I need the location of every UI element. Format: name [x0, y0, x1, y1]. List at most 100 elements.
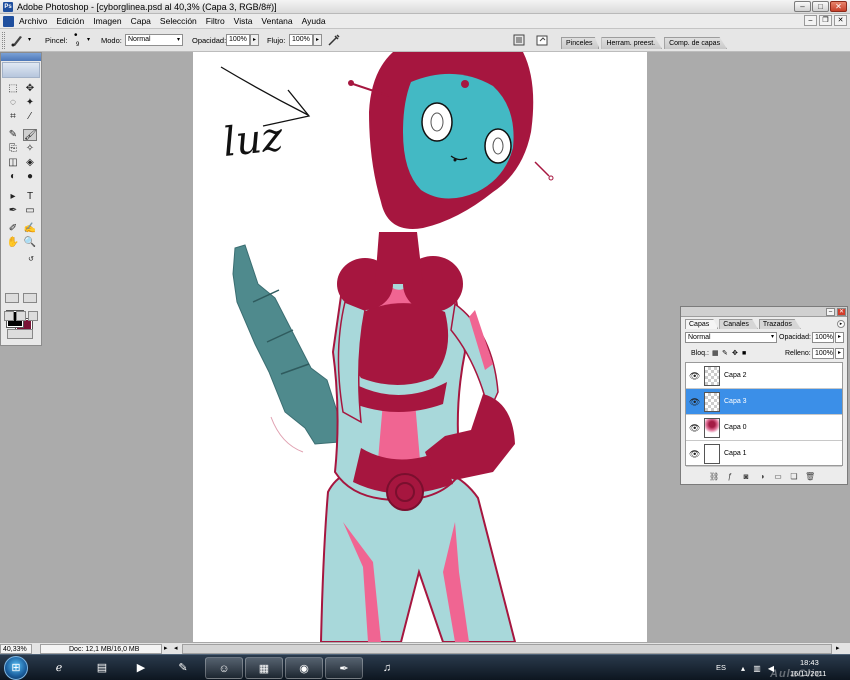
- document-canvas[interactable]: luz: [193, 52, 647, 642]
- opacity-input[interactable]: 100%: [226, 34, 250, 46]
- hand-tool-icon[interactable]: ✋: [6, 237, 20, 249]
- visibility-eye-icon[interactable]: 👁: [689, 449, 700, 459]
- itunes-icon[interactable]: ♫: [368, 657, 406, 679]
- visibility-eye-icon[interactable]: 👁: [689, 371, 700, 381]
- maximize-button[interactable]: □: [812, 1, 829, 12]
- tab-canales[interactable]: Canales: [719, 319, 758, 329]
- lock-position-icon[interactable]: ✥: [732, 349, 738, 359]
- layers-panel-header[interactable]: – ✕: [681, 307, 847, 317]
- paint-bucket-tool-icon[interactable]: ◈: [23, 157, 37, 169]
- tab-pinceles[interactable]: Pinceles: [561, 37, 600, 49]
- screen-mode-full-button[interactable]: [28, 311, 38, 321]
- clock-time[interactable]: 18:43: [800, 658, 819, 667]
- brush-tool-icon[interactable]: [10, 33, 24, 47]
- horizontal-scrollbar[interactable]: [182, 644, 832, 654]
- move-tool-icon[interactable]: ✥: [23, 83, 37, 95]
- minimize-button[interactable]: –: [794, 1, 811, 12]
- shape-tool-icon[interactable]: ▭: [23, 205, 37, 217]
- menu-capa[interactable]: Capa: [131, 16, 151, 27]
- type-tool-icon[interactable]: T: [23, 191, 37, 203]
- network-icon[interactable]: ▥: [752, 664, 762, 673]
- brush-dot-icon[interactable]: •: [74, 31, 78, 41]
- layer-row-capa-0[interactable]: 👁 Capa 0: [686, 415, 842, 441]
- dodge-tool-icon[interactable]: ●: [23, 171, 37, 183]
- doc-close-button[interactable]: ✕: [834, 15, 847, 26]
- zoom-field[interactable]: 40,33%: [0, 644, 32, 654]
- notes-tool-icon[interactable]: ✐: [6, 223, 20, 235]
- menu-imagen[interactable]: Imagen: [93, 16, 121, 27]
- visibility-eye-icon[interactable]: 👁: [689, 397, 700, 407]
- link-layers-icon[interactable]: ⛓: [709, 472, 719, 481]
- blend-mode-select[interactable]: Normal ▾: [685, 332, 777, 343]
- swap-colors-icon[interactable]: ↺: [27, 256, 35, 264]
- tab-composiciones-de-capas[interactable]: Comp. de capas: [664, 37, 728, 49]
- status-menu-arrow[interactable]: ▸: [164, 644, 168, 653]
- eraser-tool-icon[interactable]: ◫: [6, 157, 20, 169]
- new-layer-icon[interactable]: ❏: [789, 472, 799, 481]
- new-group-icon[interactable]: ▭: [773, 472, 783, 481]
- mode-select[interactable]: Normal ▾: [125, 34, 183, 46]
- crop-tool-icon[interactable]: ⌗: [6, 111, 20, 123]
- imageready-jump-button[interactable]: [7, 329, 33, 339]
- tab-trazados[interactable]: Trazados: [758, 319, 801, 329]
- layer-row-capa-3[interactable]: 👁 Capa 3: [686, 389, 842, 415]
- lasso-tool-icon[interactable]: ◌: [6, 97, 20, 109]
- close-button[interactable]: ✕: [830, 1, 847, 12]
- messenger-icon[interactable]: ☺: [205, 657, 243, 679]
- lock-pixels-icon[interactable]: ✎: [722, 349, 728, 359]
- options-grip[interactable]: [2, 32, 5, 49]
- photoshop-taskbar-icon[interactable]: ▦: [245, 657, 283, 679]
- document-icon[interactable]: [3, 16, 14, 27]
- panel-menu-button[interactable]: ▸: [837, 320, 845, 328]
- panel-close-button[interactable]: ✕: [837, 308, 846, 316]
- history-brush-tool-icon[interactable]: ✧: [23, 143, 37, 155]
- tool-preset-dropdown[interactable]: ▾: [28, 36, 31, 45]
- scroll-right-arrow[interactable]: ▸: [836, 644, 840, 653]
- path-selection-tool-icon[interactable]: ▸: [6, 191, 20, 203]
- marquee-tool-icon[interactable]: ⬚: [6, 83, 20, 95]
- zoom-tool-icon[interactable]: 🔍: [23, 237, 37, 249]
- brush-tool-button-icon[interactable]: 🖌: [23, 129, 37, 141]
- start-button[interactable]: ⊞: [4, 656, 28, 680]
- visibility-eye-icon[interactable]: 👁: [689, 423, 700, 433]
- tab-capas[interactable]: Capas: [685, 319, 719, 329]
- menu-archivo[interactable]: Archivo: [19, 16, 47, 27]
- menu-ventana[interactable]: Ventana: [261, 16, 292, 27]
- slice-tool-icon[interactable]: ⁄: [23, 111, 37, 123]
- lock-all-icon[interactable]: ■: [742, 349, 746, 359]
- layer-opacity-input[interactable]: 100%: [812, 332, 834, 343]
- menu-vista[interactable]: Vista: [234, 16, 253, 27]
- adjustment-layer-icon[interactable]: ◑: [757, 472, 767, 481]
- language-indicator[interactable]: ES: [716, 663, 726, 672]
- scroll-left-arrow[interactable]: ◂: [174, 644, 178, 653]
- layer-row-capa-2[interactable]: 👁 Capa 2: [686, 363, 842, 389]
- lock-transparency-icon[interactable]: ▦: [712, 349, 719, 359]
- fill-input[interactable]: 100%: [812, 348, 834, 359]
- doc-minimize-button[interactable]: –: [804, 15, 817, 26]
- internet-explorer-icon[interactable]: ℯ: [40, 657, 78, 679]
- panel-minimize-button[interactable]: –: [826, 308, 835, 316]
- flow-input[interactable]: 100%: [289, 34, 313, 46]
- airbrush-icon[interactable]: [327, 33, 341, 47]
- eyedropper-tool-icon[interactable]: ✍: [23, 223, 37, 235]
- healing-brush-tool-icon[interactable]: ✎: [6, 129, 20, 141]
- opacity-slider-button[interactable]: ▸: [250, 34, 259, 46]
- trash-icon[interactable]: 🗑: [805, 472, 815, 481]
- fill-slider-button[interactable]: ▸: [835, 348, 844, 359]
- paint-app-icon[interactable]: ✎: [164, 657, 202, 679]
- file-explorer-icon[interactable]: ▤: [83, 657, 121, 679]
- layer-row-capa-1[interactable]: 👁 Capa 1: [686, 441, 842, 467]
- menu-ayuda[interactable]: Ayuda: [302, 16, 326, 27]
- flow-slider-button[interactable]: ▸: [313, 34, 322, 46]
- menu-seleccion[interactable]: Selección: [160, 16, 197, 27]
- menu-filtro[interactable]: Filtro: [206, 16, 225, 27]
- blur-tool-icon[interactable]: ◐: [6, 171, 20, 183]
- fx-icon[interactable]: ƒ: [725, 472, 735, 481]
- screen-mode-full-menu-button[interactable]: [16, 311, 26, 321]
- menu-edicion[interactable]: Edición: [56, 16, 84, 27]
- standard-mode-button[interactable]: [5, 293, 19, 303]
- tray-arrow-icon[interactable]: ▴: [738, 664, 748, 673]
- quick-mask-button[interactable]: [23, 293, 37, 303]
- feather-app-icon[interactable]: ✒: [325, 657, 363, 679]
- palette-well-icon[interactable]: [512, 33, 526, 47]
